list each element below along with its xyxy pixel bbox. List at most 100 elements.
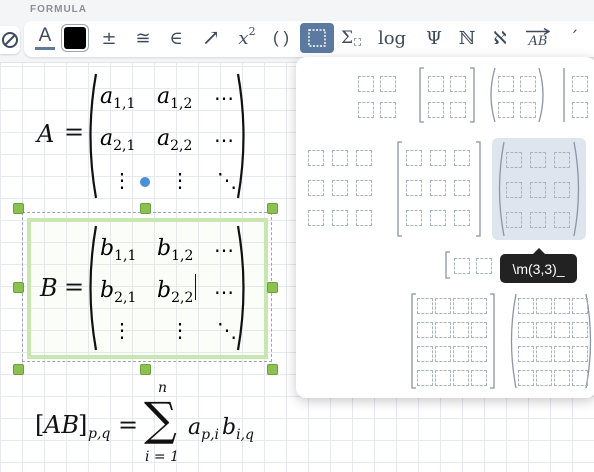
- sum-term-b: bi,q: [222, 415, 254, 443]
- matrix-3x3-paren-option[interactable]: [492, 138, 586, 240]
- aleph-button[interactable]: ℵ: [489, 23, 511, 53]
- resize-handle-bottom[interactable]: [140, 364, 151, 375]
- naturals-button[interactable]: ℕ: [456, 23, 478, 53]
- matrix-cell: b1,1: [100, 236, 136, 264]
- cell-base: ⋮: [112, 318, 132, 342]
- sum-placeholder-icon: [354, 38, 362, 46]
- sum-close-bracket: ]: [78, 411, 88, 439]
- matrix-cell: a2,1: [100, 126, 136, 154]
- matrix-4x4-paren-option[interactable]: [508, 292, 594, 390]
- matrix-shortcut-tooltip: \m(3,3)_: [500, 248, 577, 283]
- toolbar-header: FORMULA: [0, 0, 594, 18]
- vector-label: AB: [528, 33, 548, 49]
- right-paren-icon: [236, 225, 245, 351]
- equals-sign: =: [64, 118, 85, 146]
- matrix-2x2-bracket-option[interactable]: [418, 66, 476, 124]
- matrix-a-lhs: A: [37, 120, 55, 148]
- resize-handle-top[interactable]: [140, 203, 151, 214]
- matrix-2x2-paren-option[interactable]: [488, 66, 546, 124]
- cell-base: b: [100, 236, 115, 261]
- resize-handle-right[interactable]: [267, 282, 278, 293]
- matrix-b-lhs: B: [40, 274, 58, 302]
- matrix-2x2-plain-option[interactable]: [358, 76, 398, 118]
- black-color-swatch: [64, 27, 86, 49]
- matrix-2x2-bar-option[interactable]: [562, 66, 592, 124]
- superscript-2: 2: [248, 24, 256, 38]
- cell-subscript: 1,2: [170, 96, 193, 112]
- cell-base: ⋮: [170, 168, 190, 192]
- matrix-cell: ⋮: [170, 318, 190, 342]
- cursor-anchor-dot[interactable]: [140, 177, 150, 187]
- square-bracket-icon: [445, 251, 450, 279]
- cell-subscript: 2,2: [170, 138, 193, 154]
- cell-subscript: 2,2: [171, 290, 194, 306]
- matrix-3x3-bracket-option[interactable]: [396, 140, 482, 238]
- cell-base: b: [157, 236, 172, 261]
- cell-subscript: 2,1: [113, 138, 136, 154]
- sum-button[interactable]: Σ: [340, 23, 362, 53]
- resize-handle-left[interactable]: [13, 282, 24, 293]
- parentheses-button[interactable]: ( ): [268, 23, 294, 53]
- clear-format-button[interactable]: [0, 26, 20, 54]
- matrix-cell: b2,2: [157, 278, 194, 306]
- matrix-button[interactable]: [300, 23, 334, 53]
- cell-base: b: [157, 278, 172, 303]
- matrix-cell: ⋯: [214, 86, 234, 110]
- cell-base: a: [100, 84, 114, 109]
- congruent-button[interactable]: ≅: [130, 23, 156, 53]
- matrix-cell: ⋱: [217, 318, 237, 342]
- summation-icon: ∑: [144, 392, 177, 446]
- element-of-button[interactable]: ∈: [163, 23, 189, 53]
- equals-sign: =: [118, 411, 139, 439]
- cell-subscript: 1,1: [113, 96, 136, 112]
- sum-term-a: ap,i: [188, 415, 220, 443]
- matrix-cell: a1,1: [100, 84, 136, 112]
- resize-handle-top-right[interactable]: [267, 203, 278, 214]
- sum-open-bracket: [: [35, 411, 45, 439]
- psi-button[interactable]: Ψ: [423, 23, 445, 53]
- sum-lower-limit: i = 1: [145, 449, 180, 465]
- sum-ab: AB: [44, 411, 79, 439]
- cell-base: ⋯: [214, 86, 234, 110]
- left-paren-icon: [89, 225, 98, 351]
- cell-base: ⋯: [214, 280, 234, 304]
- accent-button[interactable]: ´: [566, 23, 582, 53]
- matrix-cell: ⋯: [214, 238, 234, 262]
- cell-base: a: [157, 126, 171, 151]
- arrow-button[interactable]: ↗: [197, 23, 225, 53]
- sum-symbol: Σ: [340, 28, 354, 48]
- matrix-cell: b2,1: [100, 278, 137, 306]
- cell-base: b: [100, 278, 115, 303]
- sum-term-b-base: b: [222, 415, 237, 440]
- no-symbol-icon: [2, 32, 18, 48]
- plus-minus-button[interactable]: ±: [97, 23, 121, 53]
- resize-handle-top-left[interactable]: [13, 203, 24, 214]
- matrix-cell: ⋱: [217, 168, 237, 192]
- square-bracket-icon: [419, 67, 475, 123]
- matrix-4x4-bracket-option[interactable]: [410, 292, 496, 390]
- right-paren-icon: [236, 73, 245, 199]
- superscript-button[interactable]: x2: [234, 23, 260, 53]
- matrix-1x3-bracket-option[interactable]: [444, 250, 498, 280]
- cell-base: ⋱: [217, 318, 237, 342]
- cell-subscript: 1,2: [171, 248, 194, 264]
- equals-sign: =: [64, 273, 85, 301]
- color-swatch-button[interactable]: [61, 23, 89, 53]
- log-button[interactable]: log: [375, 23, 409, 53]
- cell-base: ⋮: [170, 318, 190, 342]
- vector-button[interactable]: AB: [523, 23, 553, 53]
- sum-term-b-subscript: i,q: [236, 427, 254, 443]
- sum-term-a-subscript: p,i: [201, 427, 220, 443]
- matrix-cell: b1,2: [157, 236, 194, 264]
- cell-subscript: 2,1: [114, 290, 137, 306]
- matrix-icon: [308, 29, 326, 47]
- resize-handle-bottom-left[interactable]: [13, 364, 24, 375]
- sum-term-a-base: a: [188, 415, 202, 440]
- matrix-cell: ⋮: [112, 168, 132, 192]
- resize-handle-bottom-right[interactable]: [267, 364, 278, 375]
- cell-base: ⋯: [214, 128, 234, 152]
- matrix-3x3-plain-option[interactable]: [308, 150, 380, 230]
- text-cursor: [195, 274, 196, 300]
- text-color-button[interactable]: A: [33, 23, 57, 53]
- superscript-x: x: [238, 27, 249, 49]
